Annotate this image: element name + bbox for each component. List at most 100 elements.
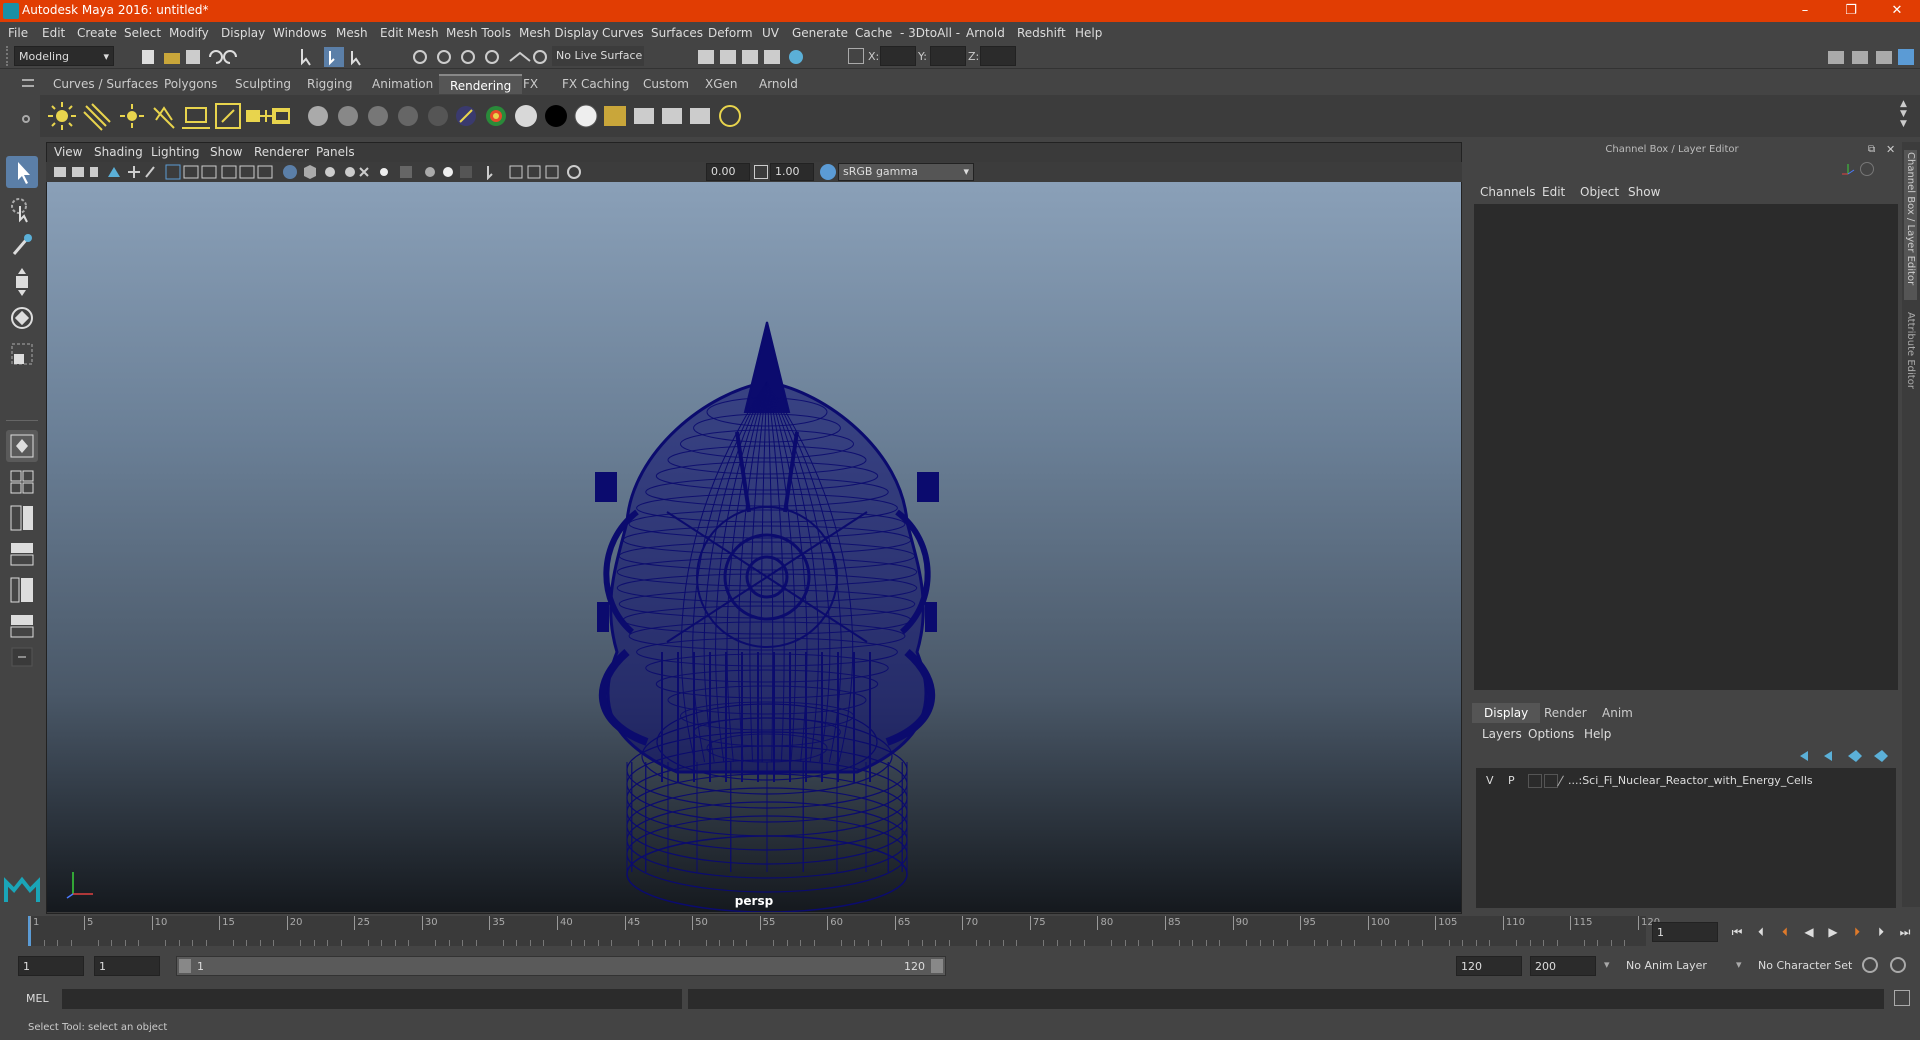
script-editor-icon[interactable] [1894,990,1910,1006]
step-forward-key-icon[interactable]: ⏵ [1848,924,1866,940]
play-backwards-icon[interactable]: ◀ [1800,924,1818,940]
mode-dropdown[interactable]: Modeling ▾ [14,46,114,66]
current-frame-field[interactable]: 1 [1652,922,1718,942]
layer-tab-render[interactable]: Render [1532,703,1599,723]
menu-3dtoall[interactable]: - 3DtoAll - [900,26,960,40]
expand-toolbox-icon[interactable] [6,646,38,668]
channel-box-menu-show[interactable]: Show [1628,185,1660,199]
viewport-menu-renderer[interactable]: Renderer [254,145,309,159]
shelf-tab-sculpting[interactable]: Sculpting [224,74,302,94]
four-view-layout-icon[interactable] [6,466,38,498]
viewport-3d[interactable]: persp [47,182,1461,912]
shelf-tab-arnold[interactable]: Arnold [748,74,809,94]
menu-icon[interactable] [22,79,34,87]
shelf-scroll-icon[interactable]: ▲ ▼ ▼ [1900,99,1907,129]
viewport-toolbar-icons-2[interactable] [482,164,702,180]
x-field[interactable] [880,46,916,66]
display-type-toggle[interactable] [1528,774,1542,788]
gamma-field[interactable]: 1.00 [770,163,814,181]
side-by-side-layout-icon[interactable] [6,502,38,534]
y-field[interactable] [930,46,966,66]
close-icon[interactable]: ✕ [1874,0,1920,22]
layer-row[interactable]: V P ...:Sci_Fi_Nuclear_Reactor_with_Ener… [1478,772,1894,790]
restore-icon[interactable]: ❐ [1828,0,1874,22]
menu-edit-mesh[interactable]: Edit Mesh [380,26,439,40]
paint-select-tool-icon[interactable] [6,230,38,262]
shelf-tab-rendering[interactable]: Rendering [439,74,523,94]
character-set-dropdown[interactable]: No Character Set [1754,956,1874,976]
menu-cache[interactable]: Cache [855,26,892,40]
file-icons[interactable] [140,47,270,67]
shelf-tab-rigging[interactable]: Rigging [296,74,363,94]
tab-attribute-editor[interactable]: Attribute Editor [1904,310,1917,400]
outliner-layout-icon[interactable] [6,610,38,642]
shelf-tab-polygons[interactable]: Polygons [153,74,228,94]
menu-redshift[interactable]: Redshift [1017,26,1066,40]
menu-surfaces[interactable]: Surfaces [651,26,703,40]
shelf-icons[interactable] [46,100,866,132]
layer-tab-display[interactable]: Display [1472,703,1541,723]
menu-mesh[interactable]: Mesh [336,26,368,40]
menu-select[interactable]: Select [124,26,161,40]
shelf-tab-animation[interactable]: Animation [361,74,444,94]
persp-graph-layout-icon[interactable] [6,538,38,570]
color-management-icon[interactable] [820,164,836,180]
close-panel-icon[interactable]: ✕ [1886,143,1895,156]
animation-end-field[interactable]: 200 [1530,956,1596,976]
range-slider[interactable]: 1 120 [176,956,946,976]
chevron-down-icon[interactable]: ▾ [1604,958,1610,971]
viewport-menu-lighting[interactable]: Lighting [151,145,200,159]
render-icons[interactable] [696,47,806,67]
step-forward-icon[interactable]: ⏵ [1872,924,1890,940]
playback-toggle[interactable]: P [1508,774,1515,787]
viewport-menu-show[interactable]: Show [210,145,242,159]
minimize-icon[interactable]: – [1782,0,1828,22]
shelf-tab-curves-surfaces[interactable]: Curves / Surfaces [42,74,169,94]
scale-tool-icon[interactable] [6,338,38,370]
range-end-handle[interactable] [931,959,943,973]
step-back-icon[interactable]: ⏴ [1752,924,1770,940]
mel-label[interactable]: MEL [26,992,49,1005]
viewport-menu-view[interactable]: View [54,145,82,159]
float-panel-icon[interactable]: ⧉ [1868,144,1875,155]
snap-icons[interactable] [410,47,550,67]
menu-display[interactable]: Display [221,26,265,40]
live-surface-field[interactable]: No Live Surface [552,46,644,66]
menu-deform[interactable]: Deform [708,26,753,40]
colorspace-dropdown[interactable]: sRGB gamma ▾ [838,163,974,181]
shelf-tab-fx[interactable]: FX [512,74,549,94]
viewport-toolbar-icons[interactable] [54,164,474,180]
viewport-menu-shading[interactable]: Shading [94,145,143,159]
anim-layer-dropdown[interactable]: No Anim Layer [1622,956,1742,976]
viewport-menu-panels[interactable]: Panels [316,145,355,159]
menu-edit[interactable]: Edit [42,26,65,40]
animation-start-field[interactable]: 1 [18,956,84,976]
preferences-icon[interactable] [1890,957,1906,973]
layer-menu-help[interactable]: Help [1584,727,1611,741]
chevron-down-icon[interactable]: ▾ [1736,958,1742,971]
select-tool-icon[interactable] [6,156,38,188]
lasso-tool-icon[interactable] [6,194,38,226]
rotate-tool-icon[interactable] [6,302,38,334]
menu-windows[interactable]: Windows [273,26,327,40]
channel-box-menu-object[interactable]: Object [1580,185,1619,199]
shelf-tab-xgen[interactable]: XGen [694,74,749,94]
step-back-key-icon[interactable]: ⏴ [1776,924,1794,940]
z-field[interactable] [980,46,1016,66]
menu-mesh-display[interactable]: Mesh Display [519,26,599,40]
layer-color-swatch[interactable] [1544,774,1558,788]
shelf-tab-custom[interactable]: Custom [632,74,700,94]
single-perspective-layout-icon[interactable] [6,430,38,462]
gear-icon[interactable] [22,115,30,123]
channel-box-area[interactable] [1474,204,1898,690]
panel-layout-icons[interactable] [1826,47,1916,67]
menu-help[interactable]: Help [1075,26,1102,40]
isolate-icon[interactable] [1860,162,1874,176]
channel-box-menu-channels[interactable]: Channels [1480,185,1536,199]
tab-channel-box[interactable]: Channel Box / Layer Editor [1904,150,1917,300]
layer-action-icons[interactable] [1798,748,1894,764]
mel-input[interactable] [62,989,682,1009]
go-to-end-icon[interactable]: ⏭ [1896,924,1914,940]
menu-create[interactable]: Create [77,26,117,40]
channel-box-menu-edit[interactable]: Edit [1542,185,1565,199]
